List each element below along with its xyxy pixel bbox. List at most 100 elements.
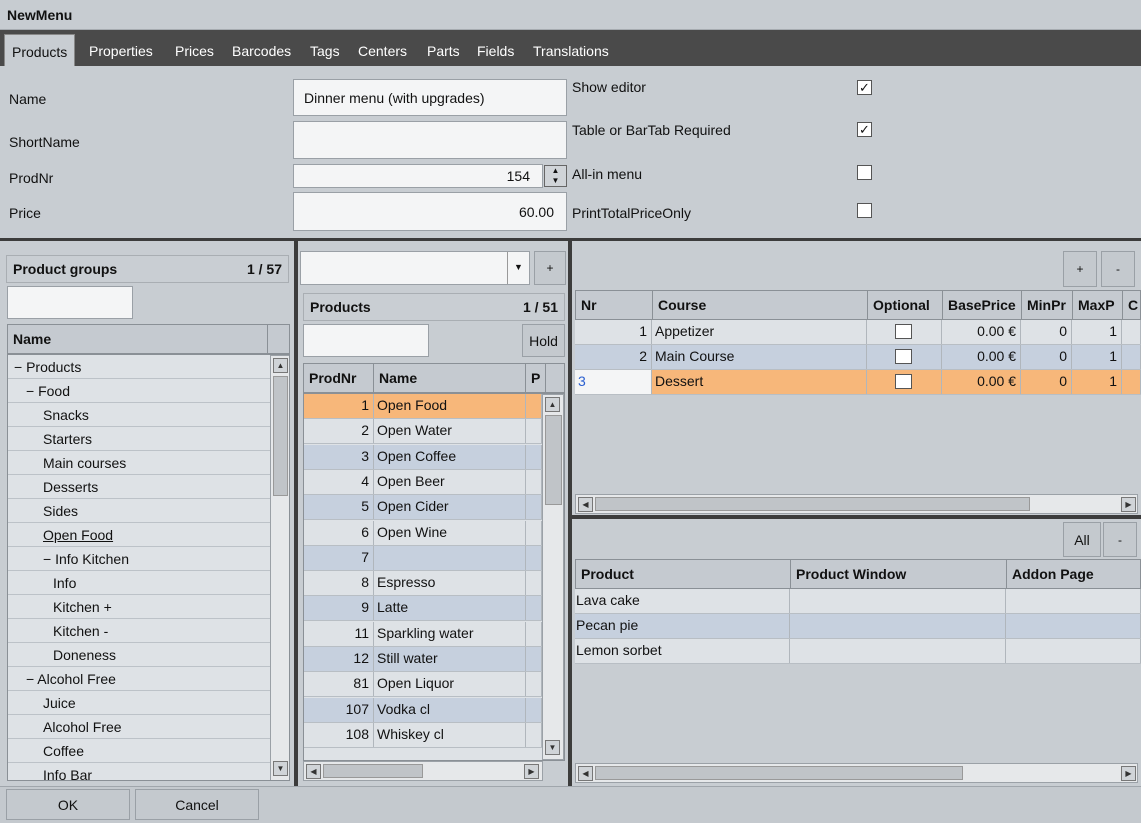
scroll-right-icon[interactable]: ▶ bbox=[524, 764, 539, 779]
product-window-column-header[interactable]: Product Window bbox=[791, 560, 1007, 588]
tree-item[interactable]: Starters bbox=[8, 427, 270, 451]
products-hscrollbar[interactable]: ◀ ▶ bbox=[303, 761, 543, 781]
p-column-header[interactable]: P bbox=[526, 364, 546, 392]
remove-course-product-button[interactable]: - bbox=[1103, 522, 1137, 557]
shortname-input[interactable] bbox=[293, 121, 567, 159]
scroll-down-icon[interactable]: ▼ bbox=[545, 740, 560, 755]
table-row[interactable]: 8 Espresso bbox=[304, 571, 542, 597]
tab-parts[interactable]: Parts bbox=[427, 34, 460, 66]
course-products-hscrollbar[interactable]: ◀ ▶ bbox=[575, 763, 1138, 783]
printtotal-checkbox[interactable] bbox=[857, 203, 872, 218]
table-row[interactable]: 1 Open Food bbox=[304, 394, 542, 419]
tree-item[interactable]: Sides bbox=[8, 499, 270, 523]
product-groups-search[interactable] bbox=[7, 286, 133, 319]
show-editor-checkbox[interactable]: ✓ bbox=[857, 80, 872, 95]
optional-checkbox[interactable] bbox=[895, 324, 912, 339]
scroll-left-icon[interactable]: ◀ bbox=[578, 766, 593, 781]
tree-item[interactable]: − Info Kitchen bbox=[8, 547, 270, 571]
nr-edit-input[interactable]: 3 bbox=[575, 370, 652, 394]
scroll-thumb[interactable] bbox=[545, 415, 562, 505]
table-row[interactable]: 108 Whiskey cl bbox=[304, 722, 542, 748]
tab-products[interactable]: Products bbox=[4, 34, 76, 66]
course-product-row[interactable]: Lava cake bbox=[575, 589, 1141, 614]
table-row[interactable]: 2 Open Water bbox=[304, 419, 542, 445]
table-row[interactable]: 9 Latte bbox=[304, 596, 542, 622]
prodnr-spinner[interactable]: ▲ ▼ bbox=[544, 165, 567, 187]
tree-item[interactable]: Info bbox=[8, 571, 270, 595]
tree-item[interactable]: − Products bbox=[8, 355, 270, 379]
tree-item[interactable]: Snacks bbox=[8, 403, 270, 427]
table-row[interactable]: 4 Open Beer bbox=[304, 469, 542, 495]
spin-down-icon[interactable]: ▼ bbox=[545, 176, 566, 186]
tree-item[interactable]: − Food bbox=[8, 379, 270, 403]
table-row[interactable]: 11 Sparkling water bbox=[304, 621, 542, 647]
scroll-left-icon[interactable]: ◀ bbox=[578, 497, 593, 512]
optional-checkbox[interactable] bbox=[895, 349, 912, 364]
scroll-right-icon[interactable]: ▶ bbox=[1121, 766, 1136, 781]
name-column-header[interactable]: Name bbox=[8, 325, 268, 353]
addon-page-column-header[interactable]: Addon Page bbox=[1007, 560, 1141, 588]
table-row[interactable]: 5 Open Cider bbox=[304, 495, 542, 521]
table-row[interactable]: 81 Open Liquor bbox=[304, 672, 542, 698]
scroll-up-icon[interactable]: ▲ bbox=[545, 397, 560, 412]
course-row[interactable]: 2 Main Course 0.00 €0 1 bbox=[575, 345, 1141, 370]
table-row[interactable]: 3 Open Coffee bbox=[304, 444, 542, 470]
maxprice-column-header[interactable]: MaxP bbox=[1073, 291, 1123, 319]
tree-item[interactable]: Doneness bbox=[8, 643, 270, 667]
tab-translations[interactable]: Translations bbox=[533, 34, 609, 66]
prodnr-column-header[interactable]: ProdNr bbox=[304, 364, 374, 392]
scroll-down-icon[interactable]: ▼ bbox=[273, 761, 288, 776]
tab-barcodes[interactable]: Barcodes bbox=[232, 34, 291, 66]
tree-item[interactable]: − Alcohol Free bbox=[8, 667, 270, 691]
scroll-right-icon[interactable]: ▶ bbox=[1121, 497, 1136, 512]
hold-button[interactable]: Hold bbox=[522, 324, 565, 357]
table-row[interactable]: 7 bbox=[304, 545, 542, 571]
spin-up-icon[interactable]: ▲ bbox=[545, 166, 566, 176]
name-input[interactable]: Dinner menu (with upgrades) bbox=[293, 79, 567, 116]
table-row[interactable]: 107 Vodka cl bbox=[304, 697, 542, 723]
tree-item[interactable]: Main courses bbox=[8, 451, 270, 475]
course-row[interactable]: 3 Dessert 0.00 €0 1 bbox=[575, 370, 1141, 395]
all-button[interactable]: All bbox=[1063, 522, 1101, 557]
hscroll-thumb[interactable] bbox=[323, 764, 423, 778]
course-product-row[interactable]: Lemon sorbet bbox=[575, 639, 1141, 664]
tab-centers[interactable]: Centers bbox=[358, 34, 407, 66]
minprice-column-header[interactable]: MinPr bbox=[1022, 291, 1073, 319]
hscroll-thumb[interactable] bbox=[595, 497, 1030, 511]
products-search[interactable] bbox=[303, 324, 429, 357]
prodnr-input[interactable]: 154 bbox=[293, 164, 543, 188]
table-row[interactable]: 12 Still water bbox=[304, 647, 542, 672]
tree-item[interactable]: Juice bbox=[8, 691, 270, 715]
tree-item[interactable]: Open Food bbox=[8, 523, 270, 547]
nr-column-header[interactable]: Nr bbox=[576, 291, 653, 319]
add-course-button[interactable]: + bbox=[1063, 251, 1097, 287]
hscroll-thumb[interactable] bbox=[595, 766, 963, 780]
tab-properties[interactable]: Properties bbox=[89, 34, 153, 66]
course-row[interactable]: 1 Appetizer 0.00 €0 1 bbox=[575, 320, 1141, 345]
tree-item[interactable]: Coffee bbox=[8, 739, 270, 763]
remove-course-button[interactable]: - bbox=[1101, 251, 1135, 287]
allin-checkbox[interactable] bbox=[857, 165, 872, 180]
tree-scrollbar[interactable]: ▲ ▼ bbox=[270, 355, 289, 780]
products-scrollbar[interactable]: ▲ ▼ bbox=[542, 394, 564, 760]
product-filter-dropdown[interactable]: ▼ bbox=[300, 251, 530, 285]
tab-prices[interactable]: Prices bbox=[175, 34, 214, 66]
course-column-header[interactable]: Course bbox=[653, 291, 868, 319]
table-required-checkbox[interactable]: ✓ bbox=[857, 122, 872, 137]
tree-item[interactable]: Info Bar bbox=[8, 763, 270, 780]
course-product-row[interactable]: Pecan pie bbox=[575, 614, 1141, 639]
courses-hscrollbar[interactable]: ◀ ▶ bbox=[575, 494, 1138, 514]
tree-item[interactable]: Kitchen + bbox=[8, 595, 270, 619]
tree-item[interactable]: Kitchen - bbox=[8, 619, 270, 643]
scroll-left-icon[interactable]: ◀ bbox=[306, 764, 321, 779]
productname-column-header[interactable]: Name bbox=[374, 364, 526, 392]
table-row[interactable]: 6 Open Wine bbox=[304, 520, 542, 546]
add-product-filter-button[interactable]: + bbox=[534, 251, 566, 285]
optional-checkbox[interactable] bbox=[895, 374, 912, 389]
cancel-button[interactable]: Cancel bbox=[135, 789, 259, 820]
scroll-up-icon[interactable]: ▲ bbox=[273, 358, 288, 373]
chevron-down-icon[interactable]: ▼ bbox=[507, 252, 529, 284]
price-input[interactable]: 60.00 bbox=[293, 192, 567, 231]
tab-tags[interactable]: Tags bbox=[310, 34, 340, 66]
product-column-header[interactable]: Product bbox=[576, 560, 791, 588]
